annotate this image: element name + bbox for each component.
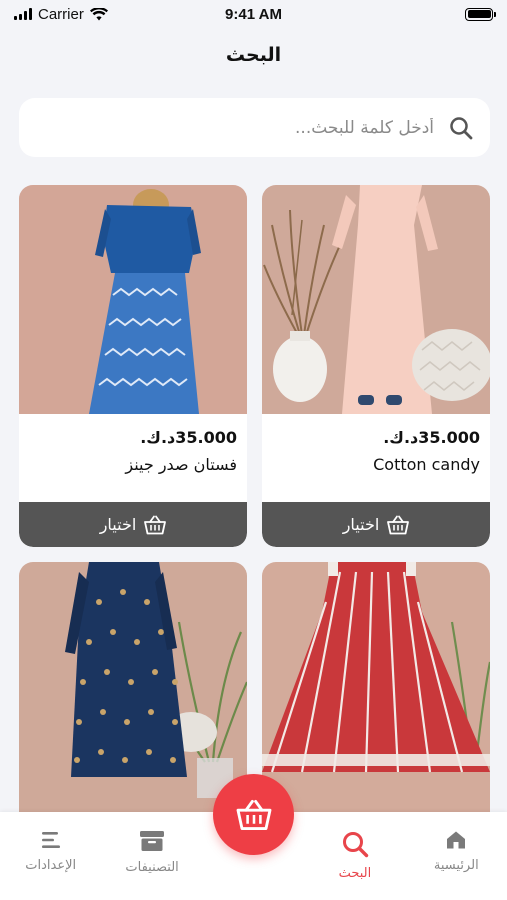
choose-button[interactable]: اختيار xyxy=(19,502,247,547)
tab-categories[interactable]: التصنيفات xyxy=(101,812,202,900)
cart-fab-button[interactable] xyxy=(213,774,294,855)
product-price: 35.000د.ك. xyxy=(140,428,237,447)
choose-button-label: اختيار xyxy=(99,515,137,534)
home-icon xyxy=(447,831,466,849)
categories-icon xyxy=(140,831,165,851)
choose-button-label: اختيار xyxy=(342,515,380,534)
product-image xyxy=(19,185,247,414)
product-name: فستان صدر جينز xyxy=(125,455,237,474)
tab-home-label: الرئيسية xyxy=(433,858,479,873)
wifi-icon xyxy=(89,7,108,20)
basket-icon xyxy=(144,515,167,534)
product-price: 35.000د.ك. xyxy=(383,428,480,447)
search-icon xyxy=(450,116,473,139)
search-input[interactable] xyxy=(35,117,434,138)
product-image xyxy=(262,185,490,414)
choose-button[interactable]: اختيار xyxy=(262,502,490,547)
signal-icon xyxy=(14,8,32,20)
carrier-label: Carrier xyxy=(38,5,84,23)
product-card[interactable]: 35.000د.ك. فستان صدر جينز اختيار xyxy=(19,185,247,547)
product-name: Cotton candy xyxy=(373,455,480,474)
status-bar: Carrier 9:41 AM xyxy=(0,0,507,28)
tab-home[interactable]: الرئيسية xyxy=(406,812,507,900)
page-title: البحث xyxy=(225,44,282,66)
tab-settings[interactable]: الإعدادات xyxy=(0,812,101,900)
search-bar[interactable] xyxy=(19,98,490,157)
carrier-group: Carrier xyxy=(14,6,108,23)
settings-icon xyxy=(41,832,60,848)
search-icon xyxy=(342,832,369,858)
battery-icon xyxy=(465,7,496,21)
basket-icon xyxy=(387,515,410,534)
product-card[interactable]: 35.000د.ك. Cotton candy اختيار xyxy=(262,185,490,547)
tab-categories-label: التصنيفات xyxy=(125,860,179,875)
tab-search[interactable]: البحث xyxy=(304,812,405,900)
basket-icon xyxy=(236,799,271,830)
tab-search-label: البحث xyxy=(338,866,372,881)
tab-settings-label: الإعدادات xyxy=(25,858,77,873)
